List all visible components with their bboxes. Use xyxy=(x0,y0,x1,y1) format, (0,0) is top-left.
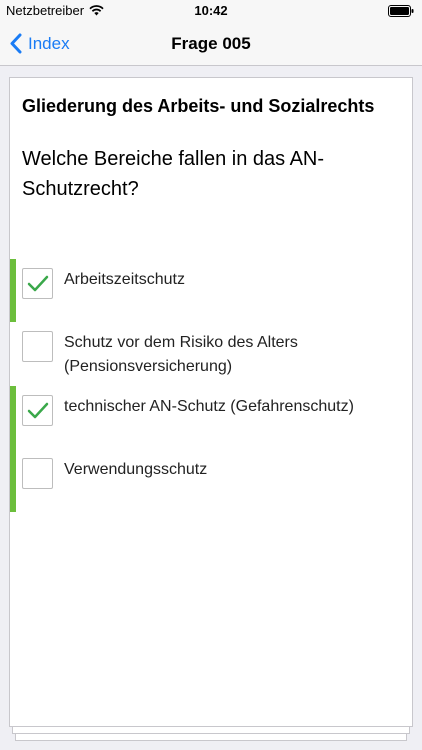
checkmark-icon xyxy=(27,402,48,418)
status-bar: Netzbetreiber 10:42 xyxy=(0,0,422,22)
question-text: Welche Bereiche fallen in das AN-Schutzr… xyxy=(22,148,325,200)
answer-label: Arbeitszeitschutz xyxy=(64,271,185,288)
navigation-bar: Index Frage 005 xyxy=(0,22,422,66)
answer-option[interactable]: Verwendungsschutz xyxy=(10,449,412,512)
answer-option[interactable]: technischer AN-Schutz (Gefahrenschutz) xyxy=(10,386,412,449)
battery-icon xyxy=(388,5,414,17)
answer-label: Verwendungsschutz xyxy=(64,461,208,478)
question-topic: Gliederung des Arbeits- und Sozialrechts xyxy=(22,96,375,116)
checkmark-icon xyxy=(27,275,48,291)
answer-label: technischer AN-Schutz (Gefahrenschutz) xyxy=(64,398,354,415)
answer-option[interactable]: Schutz vor dem Risiko des Alters (Pensio… xyxy=(10,322,412,385)
answer-checkbox[interactable] xyxy=(22,268,53,299)
answer-option[interactable]: Arbeitszeitschutz xyxy=(10,259,412,322)
status-time: 10:42 xyxy=(194,3,228,18)
answer-checkbox[interactable] xyxy=(22,331,53,362)
answer-checkbox[interactable] xyxy=(22,458,53,489)
page-title: Frage 005 xyxy=(171,34,251,53)
answer-checkbox[interactable] xyxy=(22,395,53,426)
answer-label: Schutz vor dem Risiko des Alters (Pensio… xyxy=(64,334,298,375)
question-card: Gliederung des Arbeits- und Sozialrechts… xyxy=(9,77,413,727)
